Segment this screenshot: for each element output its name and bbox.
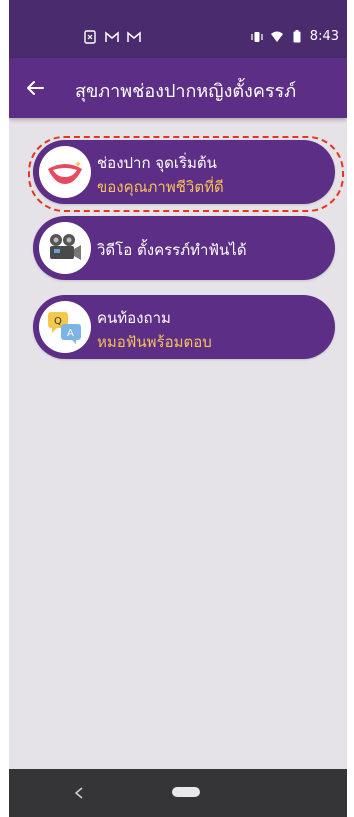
menu-item-subtitle: ของคุณภาพชีวิตที่ดี xyxy=(97,178,224,196)
video-camera-icon xyxy=(39,222,91,274)
mouth-smile-icon xyxy=(39,146,91,198)
menu-item-title: วิดีโอ ตั้งครรภ์ทำฟันได้ xyxy=(97,241,247,259)
page-title: สุขภาพช่องปากหญิงตั้งครรภ์ xyxy=(75,81,297,102)
arrow-left-icon xyxy=(27,81,44,95)
status-bar: 8:43 xyxy=(9,0,347,58)
vibrate-icon xyxy=(250,30,264,44)
menu-item-title: ช่องปาก จุดเริ่มต้น xyxy=(97,154,217,172)
app-bar: สุขภาพช่องปากหญิงตั้งครรภ์ xyxy=(9,58,347,118)
status-time: 8:43 xyxy=(309,29,339,44)
triangle-back-icon xyxy=(74,787,83,799)
qa-chat-icon: Q A xyxy=(39,301,91,353)
menu-item-qa[interactable]: Q A คนท้องถาม หมอฟันพร้อมตอบ xyxy=(33,295,335,359)
menu-item-title: คนท้องถาม xyxy=(97,309,171,327)
gmail-icon xyxy=(105,30,119,44)
status-left-icons xyxy=(83,30,141,44)
menu-item-video[interactable]: วิดีโอ ตั้งครรภ์ทำฟันได้ xyxy=(33,216,335,280)
menu-item-subtitle: หมอฟันพร้อมตอบ xyxy=(97,333,212,351)
svg-text:A: A xyxy=(67,328,74,339)
navigation-bar xyxy=(9,769,347,817)
menu-item-oral-health[interactable]: ช่องปาก จุดเริ่มต้น ของคุณภาพชีวิตที่ดี xyxy=(33,140,335,204)
battery-icon xyxy=(290,30,304,44)
nav-back-button[interactable] xyxy=(71,785,87,801)
app-screen: 8:43 สุขภาพช่องปากหญิงตั้งครรภ์ ช่องปาก … xyxy=(9,0,347,817)
status-right-icons: 8:43 xyxy=(250,29,339,44)
gmail-icon xyxy=(127,30,141,44)
home-pill-icon[interactable] xyxy=(172,787,200,797)
sim-alert-icon xyxy=(83,30,97,44)
svg-text:Q: Q xyxy=(54,316,62,327)
wifi-icon xyxy=(270,30,284,44)
back-button[interactable] xyxy=(21,74,49,102)
